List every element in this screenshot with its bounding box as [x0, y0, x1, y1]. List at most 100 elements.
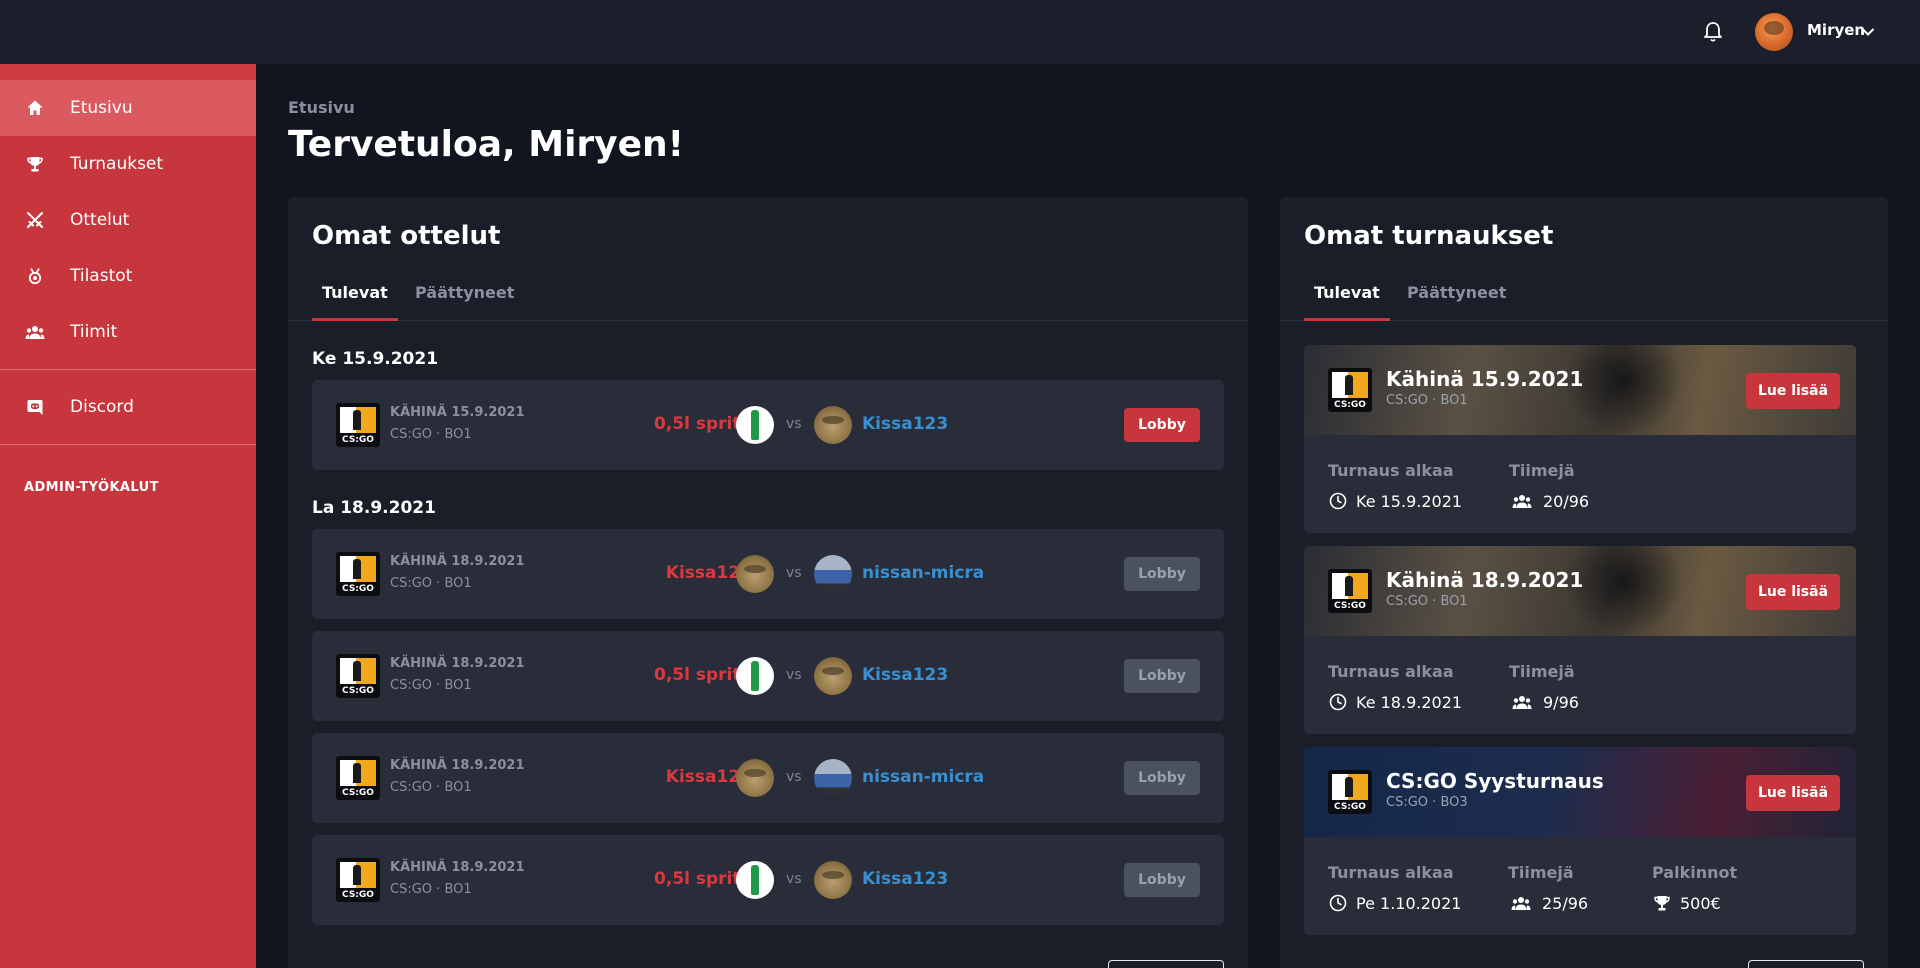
tab-upcoming[interactable]: Tulevat [1304, 277, 1390, 321]
sidebar-item-label: Etusivu [70, 98, 133, 118]
teams-label: Tiimejä [1509, 461, 1575, 480]
sidebar-divider [0, 369, 256, 370]
read-more-button[interactable]: Lue lisää [1746, 373, 1840, 409]
read-more-button[interactable]: Lue lisää [1746, 574, 1840, 610]
day-label: La 18.9.2021 [312, 498, 436, 518]
team-two-name[interactable]: Kissa123 [862, 414, 948, 434]
teams-value: 20/96 [1509, 491, 1589, 511]
panel-title: Omat turnaukset [1304, 221, 1554, 251]
csgo-logo-icon: CS:GO [1328, 569, 1372, 613]
admin-tools-link[interactable]: ADMIN-TYÖKALUT [0, 454, 256, 495]
team-icon [1509, 491, 1535, 511]
tournament-name: Kähinä 15.9.2021 [1386, 367, 1584, 391]
start-label: Turnaus alkaa [1328, 863, 1454, 882]
team-two-avatar [814, 657, 852, 695]
page-title: Tervetuloa, Miryen! [288, 124, 685, 165]
team-two-name[interactable]: Kissa123 [862, 665, 948, 685]
sidebar-item-label: Tiimit [70, 322, 118, 342]
sidebar-item-label: Tilastot [70, 266, 133, 286]
notification-bell-icon[interactable] [1700, 19, 1726, 45]
team-two-name[interactable]: nissan-micra [862, 563, 984, 583]
tab-finished[interactable]: Päättyneet [405, 277, 524, 321]
day-label: Ke 15.9.2021 [312, 349, 439, 369]
tournament-name: Kähinä 18.9.2021 [1386, 568, 1584, 592]
prizes-value: 500€ [1652, 893, 1721, 913]
match-card[interactable]: CS:GO KÄHINÄ 18.9.2021 CS:GO · BO1 0,5l … [312, 835, 1224, 925]
clock-icon [1328, 692, 1348, 712]
team-two-avatar [814, 759, 852, 797]
versus-label: vs [786, 769, 802, 785]
start-label: Turnaus alkaa [1328, 461, 1454, 480]
versus-label: vs [786, 565, 802, 581]
tournament-name: CS:GO Syysturnaus [1386, 769, 1604, 793]
match-name: KÄHINÄ 18.9.2021 [390, 656, 525, 671]
tournament-meta: CS:GO · BO1 [1386, 594, 1468, 609]
sidebar-item-turnaukset[interactable]: Turnaukset [0, 136, 256, 192]
start-value: Pe 1.10.2021 [1328, 893, 1461, 913]
tournament-card[interactable]: CS:GO Kähinä 18.9.2021 CS:GO · BO1 Lue l… [1304, 546, 1856, 734]
match-meta: CS:GO · BO1 [390, 882, 472, 897]
team-two-name[interactable]: nissan-micra [862, 767, 984, 787]
lobby-button[interactable]: Lobby [1124, 863, 1200, 897]
match-card[interactable]: CS:GO KÄHINÄ 15.9.2021 CS:GO · BO1 0,5l … [312, 380, 1224, 470]
team-icon [24, 321, 46, 343]
team-two-name[interactable]: Kissa123 [862, 869, 948, 889]
top-bar: Miryen [0, 0, 1920, 64]
trophy-icon [1652, 893, 1672, 913]
tab-upcoming[interactable]: Tulevat [312, 277, 398, 321]
breadcrumb[interactable]: Etusivu [288, 98, 355, 117]
match-name: KÄHINÄ 18.9.2021 [390, 860, 525, 875]
sidebar-item-ottelut[interactable]: Ottelut [0, 192, 256, 248]
trophy-icon [24, 153, 46, 175]
sidebar-item-tilastot[interactable]: Tilastot [0, 248, 256, 304]
prizes-label: Palkinnot [1652, 863, 1738, 882]
show-more-matches-button[interactable] [1108, 960, 1224, 968]
lobby-button[interactable]: Lobby [1124, 761, 1200, 795]
lobby-button[interactable]: Lobby [1124, 408, 1200, 442]
versus-label: vs [786, 416, 802, 432]
match-name: KÄHINÄ 18.9.2021 [390, 758, 525, 773]
sidebar-item-label: Ottelut [70, 210, 130, 230]
user-avatar[interactable] [1755, 13, 1793, 51]
tournament-card[interactable]: CS:GO CS:GO Syysturnaus CS:GO · BO3 Lue … [1304, 747, 1856, 935]
match-card[interactable]: CS:GO KÄHINÄ 18.9.2021 CS:GO · BO1 Kissa… [312, 529, 1224, 619]
sidebar-item-tiimit[interactable]: Tiimit [0, 304, 256, 360]
medal-icon [24, 265, 46, 287]
csgo-logo-icon: CS:GO [1328, 368, 1372, 412]
sidebar: Etusivu Turnaukset Ottelut Tilastot Tiim… [0, 64, 256, 968]
versus-label: vs [786, 667, 802, 683]
team-one-avatar [736, 406, 774, 444]
my-tournaments-panel: Omat turnaukset Tulevat Päättyneet CS:GO… [1280, 197, 1888, 968]
lobby-button[interactable]: Lobby [1124, 659, 1200, 693]
swords-icon [24, 209, 46, 231]
sidebar-item-discord[interactable]: Discord [0, 379, 256, 435]
start-value: Ke 18.9.2021 [1328, 692, 1462, 712]
teams-label: Tiimejä [1509, 662, 1575, 681]
chevron-down-icon[interactable] [1861, 24, 1875, 38]
tournament-tabs: Tulevat Päättyneet [1280, 277, 1888, 321]
csgo-logo-icon: CS:GO [1328, 770, 1372, 814]
sidebar-item-label: Turnaukset [70, 154, 164, 174]
match-card[interactable]: CS:GO KÄHINÄ 18.9.2021 CS:GO · BO1 Kissa… [312, 733, 1224, 823]
team-two-avatar [814, 555, 852, 593]
csgo-logo-icon: CS:GO [336, 552, 380, 596]
start-value: Ke 15.9.2021 [1328, 491, 1462, 511]
lobby-button[interactable]: Lobby [1124, 557, 1200, 591]
user-name[interactable]: Miryen [1807, 21, 1865, 39]
tab-finished[interactable]: Päättyneet [1397, 277, 1516, 321]
sidebar-item-etusivu[interactable]: Etusivu [0, 80, 256, 136]
tournament-card[interactable]: CS:GO Kähinä 15.9.2021 CS:GO · BO1 Lue l… [1304, 345, 1856, 533]
discord-icon [24, 396, 46, 418]
match-meta: CS:GO · BO1 [390, 678, 472, 693]
team-icon [1508, 893, 1534, 913]
csgo-logo-icon: CS:GO [336, 654, 380, 698]
team-two-avatar [814, 406, 852, 444]
show-more-tournaments-button[interactable] [1748, 960, 1864, 968]
csgo-logo-icon: CS:GO [336, 858, 380, 902]
match-name: KÄHINÄ 18.9.2021 [390, 554, 525, 569]
match-name: KÄHINÄ 15.9.2021 [390, 405, 525, 420]
read-more-button[interactable]: Lue lisää [1746, 775, 1840, 811]
teams-value: 25/96 [1508, 893, 1588, 913]
match-card[interactable]: CS:GO KÄHINÄ 18.9.2021 CS:GO · BO1 0,5l … [312, 631, 1224, 721]
match-meta: CS:GO · BO1 [390, 427, 472, 442]
